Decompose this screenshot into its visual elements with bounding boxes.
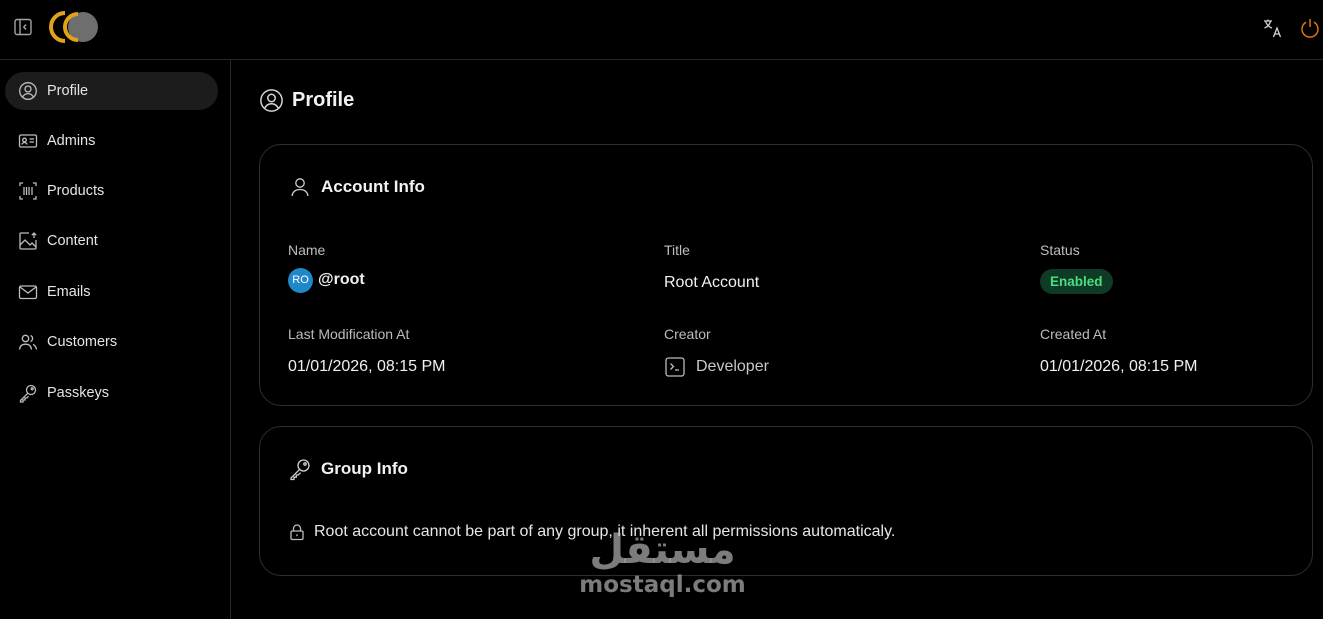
power-icon[interactable] (1299, 17, 1321, 39)
account-info-card: Account Info Name RO @root Title Root Ac… (259, 144, 1313, 406)
sidebar-item-label: Passkeys (47, 385, 110, 401)
id-card-icon (18, 134, 38, 148)
group-info-title: Group Info (321, 459, 408, 478)
created-label: Created At (1040, 326, 1107, 342)
modified-label: Last Modification At (288, 326, 410, 342)
status-label: Status (1040, 242, 1080, 258)
sidebar-item-admins[interactable]: Admins (5, 122, 218, 160)
barcode-icon (19, 182, 37, 200)
creator-label: Creator (664, 326, 711, 342)
status-badge: Enabled (1040, 268, 1113, 294)
group-info-card: Group Info Root account cannot be part o… (259, 426, 1313, 576)
sidebar-toggle-icon[interactable] (13, 17, 33, 37)
status-field: Status Enabled (1040, 242, 1113, 294)
created-field: Created At 01/01/2026, 08:15 PM (1040, 326, 1197, 378)
group-info-header: Group Info (288, 457, 408, 481)
sidebar-item-label: Content (47, 233, 98, 249)
group-note: Root account cannot be part of any group… (288, 523, 895, 541)
modified-value: 01/01/2026, 08:15 PM (288, 358, 446, 375)
created-value: 01/01/2026, 08:15 PM (1040, 358, 1198, 375)
lock-icon (290, 524, 304, 541)
user-circle-icon (19, 82, 37, 100)
logo[interactable] (48, 10, 100, 44)
mail-icon (18, 285, 38, 300)
avatar: RO (288, 267, 313, 293)
group-note-text: Root account cannot be part of any group… (314, 523, 896, 540)
page-title: Profile (259, 88, 354, 113)
sidebar-item-customers[interactable]: Customers (5, 323, 218, 361)
terminal-icon (665, 357, 685, 377)
sidebar-item-label: Customers (47, 334, 118, 350)
name-value: RO @root (288, 267, 365, 293)
top-bar (0, 0, 1323, 60)
image-upload-icon (19, 232, 37, 250)
key-icon (19, 384, 37, 403)
creator-value: Developer (664, 356, 769, 378)
title-value: Root Account (664, 274, 760, 291)
sidebar-item-emails[interactable]: Emails (5, 273, 218, 311)
sidebar-item-label: Emails (47, 284, 91, 300)
user-icon (291, 178, 309, 197)
account-info-header: Account Info (288, 175, 425, 199)
sidebar: Profile Admins Products Content Emails C… (0, 60, 231, 619)
sidebar-item-content[interactable]: Content (5, 222, 218, 260)
name-label: Name (288, 242, 326, 258)
sidebar-item-label: Admins (47, 133, 96, 149)
title-label: Title (664, 242, 690, 258)
user-circle-icon (260, 89, 283, 112)
account-info-title: Account Info (321, 177, 425, 196)
title-field: Title Root Account (664, 242, 759, 294)
status-value: Enabled (1040, 268, 1113, 294)
sidebar-item-products[interactable]: Products (5, 172, 218, 210)
sidebar-item-profile[interactable]: Profile (5, 72, 218, 110)
sidebar-item-label: Profile (47, 83, 89, 99)
creator-field: Creator Developer (664, 326, 769, 378)
translate-icon[interactable] (1262, 17, 1284, 39)
creator-name: Developer (696, 358, 769, 375)
sidebar-item-passkeys[interactable]: Passkeys (5, 374, 218, 412)
name-field: Name RO @root (288, 242, 365, 293)
sidebar-item-label: Products (47, 183, 105, 199)
page-title-text: Profile (292, 89, 355, 111)
modified-field: Last Modification At 01/01/2026, 08:15 P… (288, 326, 445, 378)
key-icon (290, 459, 310, 481)
username: @root (318, 271, 365, 288)
users-icon (18, 334, 38, 350)
